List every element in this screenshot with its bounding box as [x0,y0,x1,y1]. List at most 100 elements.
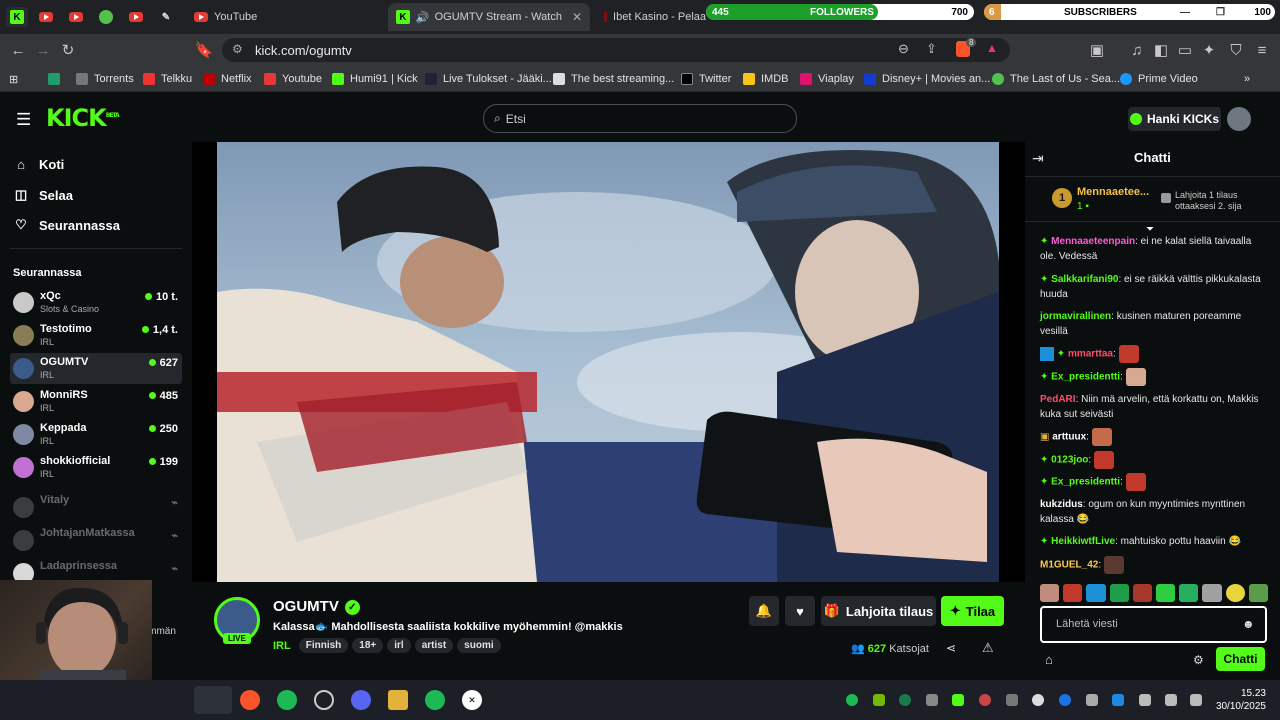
bookmark-live-tulokset[interactable]: Live Tulokset - Jääki... [425,70,552,88]
more-bookmarks-icon[interactable]: » [1244,70,1250,88]
defender-tray-icon[interactable] [1112,694,1124,706]
tag-irl[interactable]: irl [387,638,411,653]
sidebar-channel-monnirs[interactable]: MonniRS IRL 485 [10,386,182,417]
close-icon[interactable]: ✕ [572,10,582,24]
sidebar-toggle-icon[interactable]: ◧ [1151,40,1171,60]
taskbar-search[interactable] [194,686,232,714]
minimize-icon[interactable]: — [1180,7,1190,18]
bookmark-humi91[interactable]: Humi91 | Kick [332,70,418,88]
share-icon[interactable]: ⇪ [926,41,937,57]
pinned-tab-kick[interactable]: K [6,7,28,27]
bookmark-disney[interactable]: Disney+ | Movies an... [864,70,990,88]
pinned-tab-pen[interactable]: ✎ [155,7,177,27]
pinned-tab-youtube-2[interactable] [65,7,87,27]
emote-icon[interactable] [1179,584,1199,602]
tag-artist[interactable]: artist [414,638,454,653]
network-tray-icon[interactable] [1190,694,1202,706]
spotify-icon[interactable] [277,690,297,710]
pinned-tab-media[interactable] [95,7,117,27]
tag-suomi[interactable]: suomi [457,638,501,653]
controller-tray-icon[interactable] [926,694,938,706]
bluetooth-tray-icon[interactable] [1059,694,1071,706]
volume-tray-icon[interactable] [1165,694,1177,706]
leo-icon[interactable]: ✦ [1199,40,1219,60]
bookmark-torrents[interactable]: Torrents [76,70,134,88]
sidebar-channel-keppada[interactable]: Keppada IRL 250 [10,419,182,450]
spotify-tray-icon[interactable] [846,694,858,706]
bookmark-youtube[interactable]: Youtube [264,70,322,88]
bookmark-t[interactable] [48,70,66,88]
emoji-icon[interactable]: ☻ [1242,617,1255,631]
spotify-icon[interactable] [425,690,445,710]
microphone-tray-icon[interactable] [1139,694,1151,706]
xbox-tray-icon[interactable] [899,694,911,706]
app-icon[interactable]: ✕ [462,690,482,710]
menu-icon[interactable]: ≡ [1252,40,1272,60]
channel-name[interactable]: OGUMTV ✓ [273,598,360,615]
bookmark-streaming[interactable]: The best streaming... [553,70,674,88]
emote-icon[interactable] [1202,584,1222,602]
app-tray-icon[interactable] [1006,694,1018,706]
subscribe-button[interactable]: ✦ Tilaa [941,596,1004,626]
site-info-icon[interactable]: ⚙ [232,42,243,56]
store-icon[interactable]: ⌂ [1045,652,1053,667]
pinned-tab-youtube-1[interactable] [35,7,57,27]
forward-icon[interactable]: → [33,40,53,60]
nav-home[interactable]: ⌂ Koti [13,157,64,172]
sidebar-channel-vitaly[interactable]: Vitaly ⌁ [10,492,182,523]
music-icon[interactable]: ♫ [1127,40,1147,60]
send-chat-button[interactable]: Chatti [1216,647,1265,671]
bookmark-viaplay[interactable]: Viaplay [800,70,854,88]
restore-icon[interactable]: ❐ [1216,7,1225,18]
app-tray-icon[interactable] [1032,694,1044,706]
tab-ogumtv[interactable]: K🔊OGUMTV Stream - Watch Live✕ [388,3,590,31]
tag-18-plus[interactable]: 18+ [352,638,384,653]
sidebar-channel-johtajanmatkassa[interactable]: JohtajanMatkassa ⌁ [10,525,182,556]
nav-browse[interactable]: ◫ Selaa [13,187,73,203]
report-icon[interactable]: ⚠ [982,640,994,656]
bookmark-icon[interactable]: 🔖 [194,40,214,60]
nav-following[interactable]: ♡ Seurannassa [13,217,120,233]
clock-app-icon[interactable] [314,690,334,710]
file-explorer-icon[interactable] [388,690,408,710]
kick-logo[interactable]: KICKBETA [46,104,120,132]
emote-icon[interactable] [1156,584,1176,602]
video-frame[interactable] [217,142,999,582]
bookmark-prime-video[interactable]: Prime Video [1120,70,1198,88]
bookmark-telkku[interactable]: Telkku [143,70,192,88]
tab-youtube[interactable]: YouTube [186,3,382,31]
nvidia-tray-icon[interactable] [873,694,885,706]
brave-browser-icon[interactable] [240,690,260,710]
hamburger-menu-icon[interactable]: ☰ [16,110,31,130]
sidebar-channel-ogumtv[interactable]: OGUMTV IRL 627 [10,353,182,384]
play-tray-icon[interactable] [952,694,964,706]
brave-rewards-icon[interactable]: ▲ [986,41,998,55]
system-clock[interactable]: 15.23 30/10/2025 [1214,687,1266,713]
apps-icon[interactable]: ⊞ [9,70,18,88]
reader-icon[interactable]: ▣ [1087,40,1107,60]
emote-icon[interactable] [1040,584,1060,602]
zoom-icon[interactable]: ⊖ [898,41,909,57]
tab-ibet[interactable]: Ibet Kasino - Pelaa [596,3,714,31]
emote-icon[interactable] [1086,584,1106,602]
share-icon[interactable]: ⋖ [946,641,956,655]
user-avatar[interactable] [1227,107,1251,131]
bookmark-imdb[interactable]: IMDB [743,70,789,88]
back-icon[interactable]: ← [8,40,28,60]
emote-icon[interactable] [1109,584,1129,602]
obs-tray-icon[interactable] [979,694,991,706]
collapse-chat-icon[interactable]: ⇥ [1032,150,1044,167]
bookmark-last-of-us[interactable]: The Last of Us - Sea... [992,70,1120,88]
notifications-button[interactable]: 🔔 [749,596,779,626]
reload-icon[interactable]: ↻ [58,40,78,60]
chat-settings-icon[interactable]: ⚙ [1193,653,1204,667]
vpn-icon[interactable]: ⛉ [1226,40,1246,60]
sidebar-channel-shokkiofficial[interactable]: shokkiofficial IRL 199 [10,452,182,483]
emote-icon[interactable] [1225,584,1245,602]
follow-button[interactable]: ♥ [785,596,815,626]
usb-tray-icon[interactable] [1086,694,1098,706]
sidebar-channel-xqc[interactable]: xQc Slots & Casino 10 t. [10,287,182,318]
emote-icon[interactable] [1248,584,1269,602]
chat-input[interactable]: Lähetä viesti ☻ [1040,606,1267,643]
url-bar[interactable]: ⚙ kick.com/ogumtv ⊖ ⇪ 8 ▲ [222,38,1010,62]
